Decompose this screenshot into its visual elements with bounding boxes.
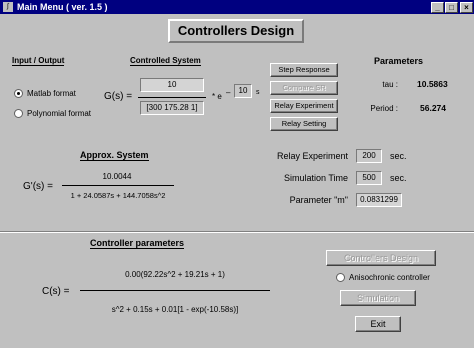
controller-denominator: s^2 + 0.15s + 0.01[1 - exp(-10.58s)] <box>111 305 239 314</box>
fraction-bar <box>138 97 206 98</box>
parameters-header: Parameters <box>374 56 424 66</box>
anisochronic-radio[interactable] <box>336 273 345 282</box>
g-of-s-label: G(s) = <box>104 91 133 102</box>
approx-denominator: 1 + 24.0587s + 144.7058s^2 <box>70 191 166 200</box>
relay-experiment-button[interactable]: Relay Experiment <box>270 99 338 113</box>
approx-numerator: 10.0044 <box>102 172 132 181</box>
relay-setting-button[interactable]: Relay Setting <box>270 117 338 131</box>
polynomial-format-radio[interactable] <box>14 109 23 118</box>
controlled-system-header: Controlled System <box>130 56 201 66</box>
title-bar: ∫ Main Menu ( ver. 1.5 ) _ □ × <box>0 0 474 14</box>
maximize-button[interactable]: □ <box>445 2 458 13</box>
controller-fraction-bar <box>80 290 270 291</box>
numerator-field: 10 <box>140 78 204 92</box>
simulation-time-label: Simulation Time <box>283 173 348 183</box>
minimize-button[interactable]: _ <box>431 2 444 13</box>
approx-fraction-bar <box>62 185 174 186</box>
simulation-button[interactable]: Simulation <box>340 290 416 306</box>
matlab-icon: ∫ <box>3 2 13 12</box>
exit-button[interactable]: Exit <box>355 316 401 332</box>
anisochronic-label: Anisochronic controller <box>349 273 430 282</box>
simulation-time-input[interactable]: 500 <box>356 171 382 185</box>
period-value: 56.274 <box>420 103 446 113</box>
delay-minus: – <box>226 88 231 97</box>
delay-prefix: * e <box>212 92 222 101</box>
matlab-format-label: Matlab format <box>27 89 76 98</box>
denominator-field[interactable]: [300 175.28 1] <box>140 101 204 115</box>
delay-suffix: s <box>256 89 260 96</box>
parameter-m-value: 0.0831299 <box>356 193 402 207</box>
controllers-design-button[interactable]: Controllers Design <box>326 250 436 266</box>
simulation-unit: sec. <box>390 173 407 183</box>
section-divider <box>0 231 474 233</box>
parameter-m-label: Parameter "m" <box>289 195 348 205</box>
relay-time-input[interactable]: 200 <box>356 149 382 163</box>
polynomial-format-label: Polynomial format <box>27 109 92 118</box>
period-label: Period : <box>370 104 398 113</box>
matlab-format-radio[interactable] <box>14 89 23 98</box>
tau-value: 10.5863 <box>417 79 448 89</box>
compare-sr-button[interactable]: Compare SR <box>270 81 338 95</box>
controller-parameters-header: Controller parameters <box>90 238 185 249</box>
g-prime-label: G'(s) = <box>23 181 53 192</box>
step-response-button[interactable]: Step Response <box>270 63 338 77</box>
controller-numerator: 0.00(92.22s^2 + 19.21s + 1) <box>125 270 225 279</box>
close-button[interactable]: × <box>460 2 473 13</box>
page-title: Controllers Design <box>168 19 304 43</box>
relay-unit: sec. <box>390 151 407 161</box>
tau-label: tau : <box>382 80 398 89</box>
delay-field[interactable]: 10 <box>234 84 252 98</box>
approx-system-header: Approx. System <box>80 150 149 161</box>
io-header: Input / Output <box>12 56 65 66</box>
relay-experiment-label: Relay Experiment <box>276 151 348 161</box>
window-title: Main Menu ( ver. 1.5 ) <box>17 2 108 12</box>
c-of-s-label: C(s) = <box>42 286 70 297</box>
